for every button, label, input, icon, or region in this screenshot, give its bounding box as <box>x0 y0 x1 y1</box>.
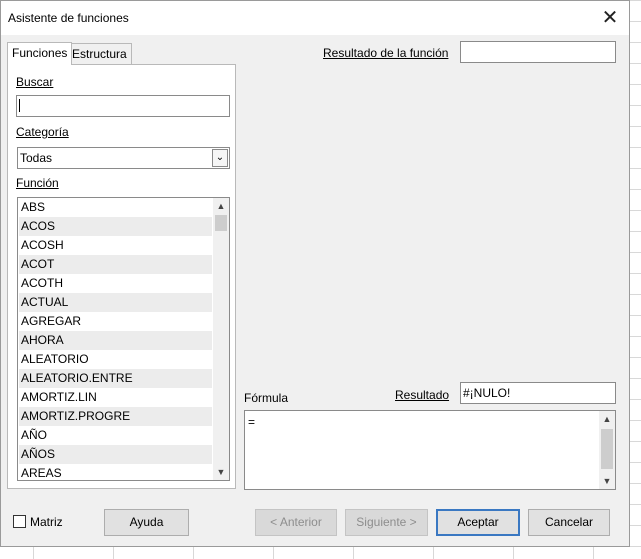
next-button[interactable]: Siguiente > <box>345 509 428 536</box>
list-item[interactable]: ACOTH <box>19 274 212 293</box>
list-item[interactable]: ACOSH <box>19 236 212 255</box>
back-button[interactable]: < Anterior <box>255 509 337 536</box>
list-item[interactable]: AGREGAR <box>19 312 212 331</box>
tab-funciones-label: Funciones <box>12 46 68 60</box>
functions-tab-panel: Buscar Categoría Todas ⌄ Función ABS ACO… <box>7 64 236 489</box>
list-item[interactable]: AHORA <box>19 331 212 350</box>
formula-text: = <box>248 415 256 429</box>
category-label: Categoría <box>16 125 69 139</box>
function-list-scrollbar[interactable]: ▲ ▼ <box>213 198 229 480</box>
formula-label: Fórmula <box>244 391 289 405</box>
scroll-up-icon[interactable]: ▲ <box>213 198 229 214</box>
result-value: #¡NULO! <box>463 386 511 400</box>
list-item[interactable]: ACTUAL <box>19 293 212 312</box>
list-item[interactable]: ACOS <box>19 217 212 236</box>
cancel-button[interactable]: Cancelar <box>528 509 610 536</box>
ok-button[interactable]: Aceptar <box>436 509 520 536</box>
dialog-title: Asistente de funciones <box>8 11 129 25</box>
tab-estructura-label: Estructura <box>72 47 127 61</box>
function-wizard-dialog: Asistente de funciones ✕ Funciones Estru… <box>0 0 630 547</box>
search-input[interactable] <box>16 95 230 117</box>
close-icon[interactable]: ✕ <box>595 4 625 32</box>
formula-scrollbar[interactable]: ▲ ▼ <box>599 411 615 489</box>
list-item[interactable]: ALEATORIO.ENTRE <box>19 369 212 388</box>
list-item[interactable]: AÑOS <box>19 445 212 464</box>
list-item[interactable]: ALEATORIO <box>19 350 212 369</box>
matriz-checkbox[interactable] <box>13 515 26 528</box>
scroll-down-icon[interactable]: ▼ <box>213 464 229 480</box>
list-item[interactable]: ABS <box>19 198 212 217</box>
tab-estructura[interactable]: Estructura <box>67 43 132 64</box>
list-item[interactable]: AMORTIZ.PROGRE <box>19 407 212 426</box>
matriz-label: Matriz <box>30 515 63 529</box>
scrollbar-thumb[interactable] <box>601 429 613 469</box>
list-item[interactable]: AREAS <box>19 464 212 480</box>
category-select[interactable]: Todas ⌄ <box>17 147 230 169</box>
search-label: Buscar <box>16 75 54 89</box>
result-field: #¡NULO! <box>460 382 616 404</box>
result-label: Resultado <box>395 388 450 402</box>
chevron-down-icon[interactable]: ⌄ <box>212 149 228 167</box>
scrollbar-thumb[interactable] <box>215 215 227 231</box>
list-item[interactable]: AÑO <box>19 426 212 445</box>
scroll-down-icon[interactable]: ▼ <box>599 473 615 489</box>
formula-editor[interactable]: = ▲ ▼ <box>244 410 616 490</box>
function-result-label: Resultado de la función <box>323 46 449 60</box>
help-button[interactable]: Ayuda <box>104 509 189 536</box>
function-listbox[interactable]: ABS ACOS ACOSH ACOT ACOTH ACTUAL AGREGAR… <box>17 197 230 481</box>
scroll-up-icon[interactable]: ▲ <box>599 411 615 427</box>
text-caret <box>19 99 20 112</box>
function-result-field <box>460 41 616 63</box>
category-select-value: Todas <box>20 151 53 165</box>
list-item[interactable]: ACOT <box>19 255 212 274</box>
list-item[interactable]: AMORTIZ.LIN <box>19 388 212 407</box>
title-bar: Asistente de funciones ✕ <box>1 1 629 35</box>
function-list-label: Función <box>16 176 59 190</box>
tab-funciones[interactable]: Funciones <box>7 42 73 65</box>
